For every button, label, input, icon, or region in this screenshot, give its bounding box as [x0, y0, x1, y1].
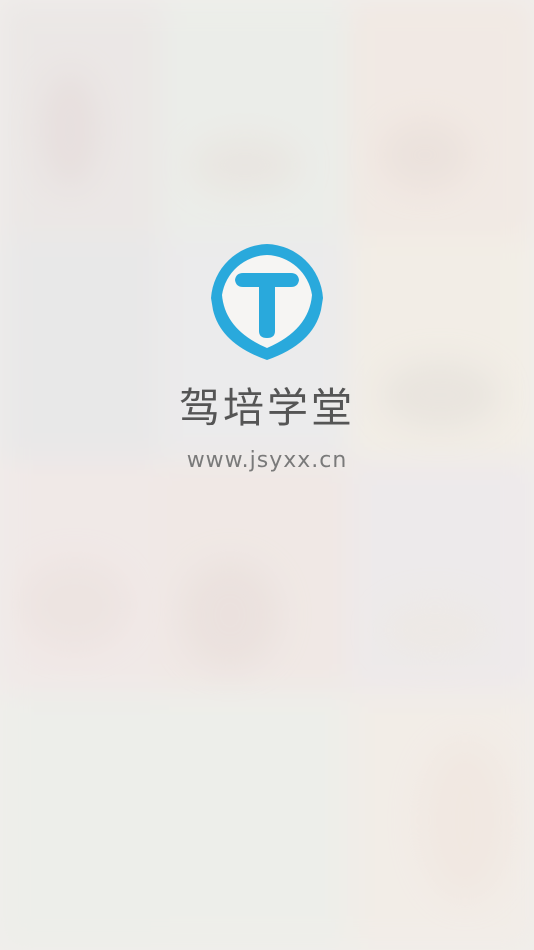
app-url: www.jsyxx.cn: [186, 448, 348, 474]
app-name: 驾培学堂: [179, 384, 355, 432]
splash-content: 驾培学堂 www.jsyxx.cn: [0, 240, 534, 473]
background-veil: [0, 0, 534, 950]
t-shield-logo-icon: [211, 244, 323, 360]
splash-screen: 驾培学堂 www.jsyxx.cn: [0, 0, 534, 950]
